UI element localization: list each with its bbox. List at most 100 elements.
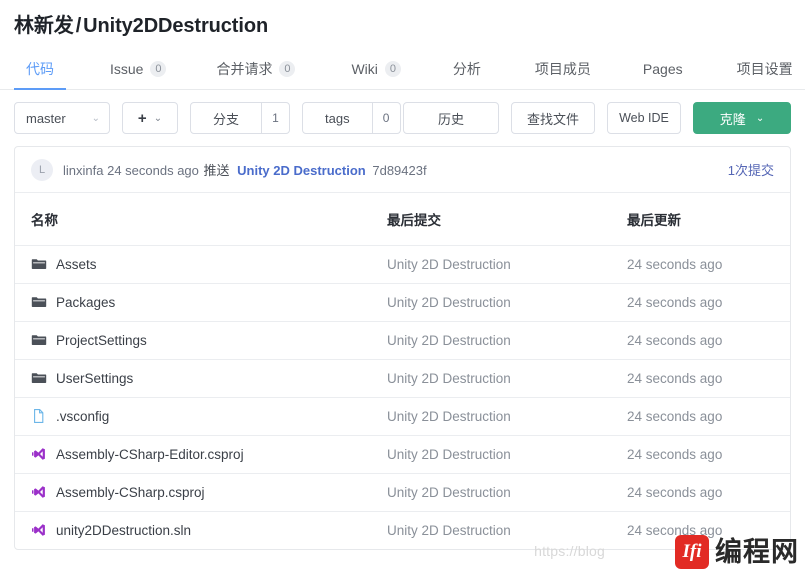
file-name-cell[interactable]: ProjectSettings [15,321,371,359]
file-name-link[interactable]: Assembly-CSharp-Editor.csproj [56,447,244,462]
tab-label: 项目设置 [736,60,793,77]
branch-selector[interactable]: master ⌄ [14,102,110,134]
add-new-button[interactable]: + ⌄ [122,102,178,134]
branch-selector-label: master [26,110,66,126]
tab-badge: 0 [279,60,296,77]
file-last-commit-cell[interactable]: Unity 2D Destruction [371,359,611,397]
file-name-link[interactable]: Packages [56,295,115,310]
file-last-commit-cell[interactable]: Unity 2D Destruction [371,397,611,435]
tab-Wiki[interactable]: Wiki 0 [351,48,401,89]
table-row[interactable]: UserSettings Unity 2D Destruction 24 secon… [15,359,790,397]
tags-label: tags [325,110,350,126]
chevron-down-icon: ⌄ [153,112,163,124]
find-file-button[interactable]: 查找文件 [511,102,595,134]
repo-tabs: 代码 Issue 0 合并请求 0 Wiki 0 分析 项目成员 Pages 项目设置 [0,48,805,90]
table-row[interactable]: .vsconfig Unity 2D Destruction 24 seconds … [15,397,790,435]
file-name-link[interactable]: Assembly-CSharp.csproj [56,485,205,500]
file-name-cell[interactable]: unity2DDestruction.sln [15,511,371,549]
tags-counter[interactable]: tags 0 [302,102,401,134]
column-header-last-update: 最后更新 [611,193,790,246]
tab-label: Pages [642,60,683,77]
tab-合并请求[interactable]: 合并请求 0 [216,48,296,89]
repo-toolbar: master ⌄ + ⌄ 分支 1 tags 0 历史 查找文件 Web IDE… [0,90,805,146]
avatar: L [31,158,53,181]
branches-counter[interactable]: 分支 1 [190,102,291,134]
commit-message-link[interactable]: Unity 2D Destruction [237,163,366,178]
commit-time: 24 seconds ago [107,163,199,178]
table-header-row: 名称 最后提交 最后更新 [15,193,790,246]
folder-icon [31,294,47,310]
column-header-last-commit: 最后提交 [371,193,611,246]
commit-sha[interactable]: 7d89423f [372,163,426,178]
file-name-link[interactable]: ProjectSettings [56,333,147,348]
repo-title-separator: / [75,15,82,37]
file-name-cell[interactable]: Assets [15,245,371,283]
tab-label: 分析 [452,60,481,77]
tab-label: Issue [110,60,144,77]
tab-label: 合并请求 [216,60,273,77]
file-last-commit-cell[interactable]: Unity 2D Destruction [371,435,611,473]
file-name-cell[interactable]: Assembly-CSharp.csproj [15,473,371,511]
clone-button[interactable]: 克隆 ⌄ [693,102,791,134]
table-row[interactable]: unity2DDestruction.sln Unity 2D Destructi… [15,511,790,549]
file-last-update-cell: 24 seconds ago [627,256,723,272]
folder-icon [31,332,47,348]
file-name-link[interactable]: UserSettings [56,371,133,386]
file-last-update-cell: 24 seconds ago [627,446,723,462]
file-last-update-cell: 24 seconds ago [627,294,723,310]
page-title: 林新发 / Unity2DDestruction [14,12,791,40]
tab-badge: 0 [150,60,167,77]
file-list-table: 名称 最后提交 最后更新 Assets Unity 2D Destruction 2… [15,193,790,549]
file-name-link[interactable]: .vsconfig [56,409,109,424]
tags-count: 0 [371,103,400,133]
vs-proj-icon [31,446,47,462]
vs-proj-icon [31,484,47,500]
file-last-commit-cell[interactable]: Unity 2D Destruction [371,283,611,321]
tab-项目设置[interactable]: 项目设置 [737,48,793,89]
tab-项目成员[interactable]: 项目成员 [535,48,591,89]
file-icon [31,408,47,424]
tab-Pages[interactable]: Pages [643,48,683,89]
file-last-commit-cell[interactable]: Unity 2D Destruction [371,245,611,283]
table-row[interactable]: ProjectSettings Unity 2D Destruction 24 se… [15,321,790,359]
file-name-link[interactable]: unity2DDestruction.sln [56,523,191,538]
repo-header: 林新发 / Unity2DDestruction [0,0,805,48]
chevron-down-icon: ⌄ [91,112,100,124]
folder-icon [31,370,47,386]
repository-files-card: L linxinfa 24 seconds ago 推送 Unity 2D De… [14,146,791,550]
table-row[interactable]: Assembly-CSharp.csproj Unity 2D Destructi… [15,473,790,511]
file-list-header: 名称 最后提交 最后更新 [15,193,790,246]
table-row[interactable]: Packages Unity 2D Destruction 24 seconds a… [15,283,790,321]
file-last-update-cell: 24 seconds ago [627,370,723,386]
repo-name[interactable]: Unity2DDestruction [83,15,268,37]
web-ide-button[interactable]: Web IDE [607,102,681,134]
tab-代码[interactable]: 代码 [14,48,66,90]
latest-commit-bar: L linxinfa 24 seconds ago 推送 Unity 2D De… [15,147,790,193]
chevron-down-icon: ⌄ [755,112,765,124]
file-name-cell[interactable]: .vsconfig [15,397,371,435]
table-row[interactable]: Assets Unity 2D Destruction 24 seconds ago [15,245,790,283]
file-name-link[interactable]: Assets [56,257,97,272]
plus-icon: + [137,109,147,127]
file-name-cell[interactable]: UserSettings [15,359,371,397]
vs-proj-icon [31,522,47,538]
tab-Issue[interactable]: Issue 0 [110,48,167,89]
tab-badge: 0 [384,60,401,77]
table-row[interactable]: Assembly-CSharp-Editor.csproj Unity 2D De… [15,435,790,473]
tab-label: 项目成员 [534,60,591,77]
column-header-name: 名称 [15,193,371,246]
file-last-update-cell: 24 seconds ago [627,332,723,348]
tab-label: Wiki [351,60,378,77]
file-last-commit-cell[interactable]: Unity 2D Destruction [371,511,611,549]
tab-分析[interactable]: 分析 [453,48,481,89]
file-last-commit-cell[interactable]: Unity 2D Destruction [371,473,611,511]
commit-count-link[interactable]: 1次提交 [728,160,774,179]
file-last-update-cell: 24 seconds ago [627,484,723,500]
tab-label: 代码 [26,60,54,77]
history-button[interactable]: 历史 [403,102,499,134]
repo-owner[interactable]: 林新发 [14,15,74,37]
commit-author[interactable]: linxinfa [63,163,103,178]
file-last-commit-cell[interactable]: Unity 2D Destruction [371,321,611,359]
file-name-cell[interactable]: Packages [15,283,371,321]
file-name-cell[interactable]: Assembly-CSharp-Editor.csproj [15,435,371,473]
